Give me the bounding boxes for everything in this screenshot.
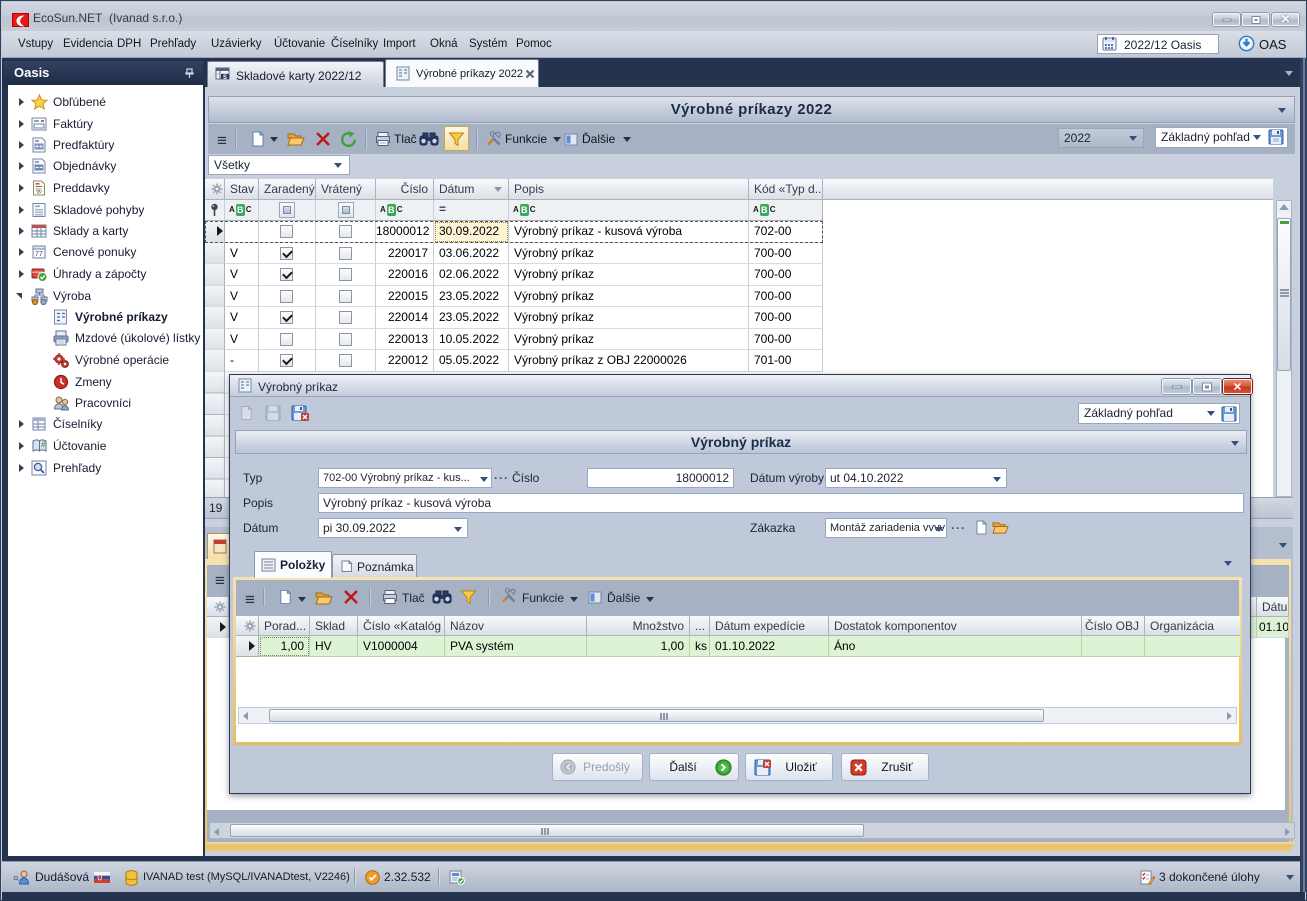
svg-text:70: 70 [36,190,41,195]
svg-text:77: 77 [35,251,43,258]
svg-text:S: S [223,75,227,81]
svg-text:#: # [41,440,46,449]
